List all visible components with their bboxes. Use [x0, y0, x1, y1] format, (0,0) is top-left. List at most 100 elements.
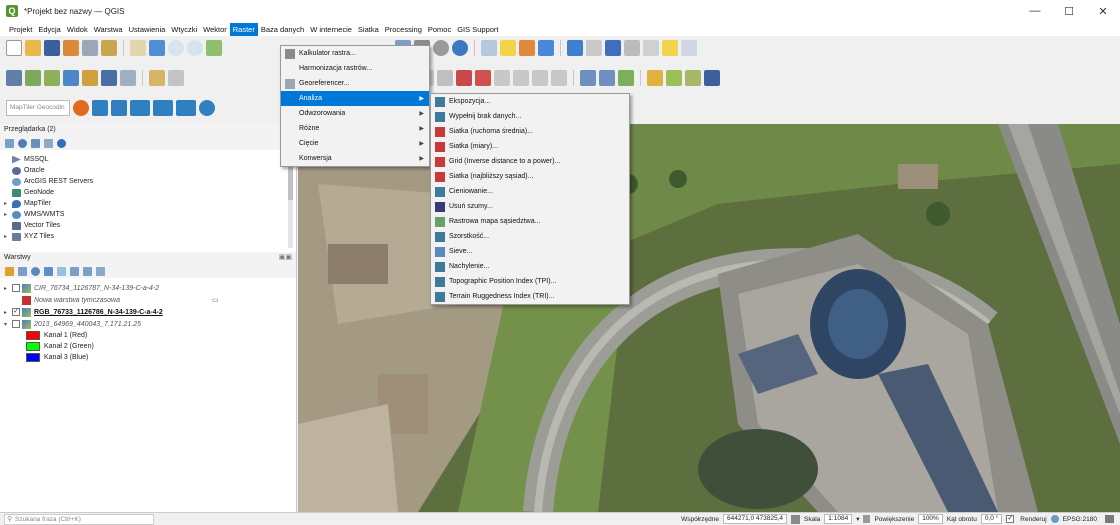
filter-expression-icon[interactable] — [57, 266, 66, 276]
annotation-icon[interactable] — [662, 39, 678, 56]
style-layer-icon[interactable] — [5, 266, 14, 276]
label-pin-icon[interactable] — [437, 69, 453, 86]
menu-projekt[interactable]: Projekt — [6, 23, 35, 36]
menu-item-raster-calculator[interactable]: Kalkulator rastra... — [281, 46, 429, 61]
browser-item-vector-tiles[interactable]: Vector Tiles — [4, 220, 296, 231]
menu-siatka[interactable]: Siatka — [355, 23, 382, 36]
menu-item-sieve[interactable]: Sieve... — [431, 244, 629, 259]
add-wms-layer-icon[interactable] — [101, 69, 117, 86]
zoom-full-icon[interactable] — [206, 39, 222, 56]
add-virtual-layer-icon[interactable] — [120, 69, 136, 86]
plugin-globe-blue-icon[interactable] — [199, 99, 215, 116]
zoom-out-icon[interactable] — [187, 39, 203, 56]
open-attribute-table-icon[interactable] — [567, 39, 583, 56]
add-raster-layer-icon[interactable] — [44, 69, 60, 86]
menu-item-ciecie[interactable]: Cięcie ▶ — [281, 136, 429, 151]
browser-item-maptiler[interactable]: ▸ MapTiler — [4, 198, 296, 209]
toolbox-icon[interactable] — [586, 39, 602, 56]
zoom-native-icon[interactable] — [599, 69, 615, 86]
menu-item-analiza[interactable]: Analiza ▶ — [281, 91, 429, 106]
expand-all-icon[interactable] — [70, 266, 79, 276]
label-change-icon[interactable] — [532, 69, 548, 86]
coordinate-field[interactable]: 644271,0 473825,4 — [723, 514, 788, 524]
measure-icon[interactable] — [643, 39, 659, 56]
menu-item-proximity[interactable]: Rastrowa mapa sąsiedztwa... — [431, 214, 629, 229]
browser-item-xyz[interactable]: ▸ XYZ Tiles — [4, 231, 296, 242]
menu-item-grid-moving-average[interactable]: Siatka (ruchoma średnia)... — [431, 124, 629, 139]
edit-pencil-icon[interactable] — [149, 69, 165, 86]
menu-item-rozne[interactable]: Różne ▶ — [281, 121, 429, 136]
menu-item-aspect[interactable]: Ekspozycja... — [431, 94, 629, 109]
menu-widok[interactable]: Widok — [64, 23, 91, 36]
label-highlight-icon[interactable] — [456, 69, 472, 86]
collapse-all-layers-icon[interactable] — [83, 266, 92, 276]
plugin-target-icon[interactable] — [111, 99, 127, 116]
browser-item-oracle[interactable]: Oracle — [4, 165, 296, 176]
add-vector-layer-icon[interactable] — [25, 69, 41, 86]
pan-to-selection-icon[interactable] — [149, 39, 165, 56]
select-features-icon[interactable] — [500, 39, 516, 56]
layer-row[interactable]: Nowa warstwa tymczasowa ▭ — [4, 294, 296, 306]
label-show-icon[interactable] — [475, 69, 491, 86]
menu-item-raster-harmonization[interactable]: Harmonizacja rastrów... — [281, 61, 429, 76]
plugin-map-icon[interactable] — [685, 69, 701, 86]
rotation-spinbox[interactable]: 0,0 ° — [980, 514, 1003, 524]
menu-item-tri[interactable]: Terrain Ruggedness Index (TRI)... — [431, 289, 629, 304]
add-group-icon[interactable] — [18, 266, 27, 276]
zoom-in-icon[interactable] — [168, 39, 184, 56]
menu-item-hillshade[interactable]: Cieniowanie... — [431, 184, 629, 199]
menu-gis-support[interactable]: GIS Support — [454, 23, 501, 36]
scale-combobox[interactable]: 1:1084 — [824, 514, 853, 524]
minimize-button[interactable]: — — [1018, 0, 1052, 22]
maptiler-geocoder-input[interactable]: MapTiler Geocodin — [6, 99, 70, 116]
digitize-icon[interactable] — [168, 69, 184, 86]
menu-warstwa[interactable]: Warstwa — [91, 23, 126, 36]
label-move-icon[interactable] — [494, 69, 510, 86]
menu-w-internecie[interactable]: W internecie — [307, 23, 355, 36]
remove-layer-icon[interactable] — [96, 266, 105, 276]
layer-row[interactable]: ▾ 2013_64969_440043_7.171.21.25 — [4, 318, 296, 330]
help-icon[interactable] — [704, 69, 720, 86]
deselect-icon[interactable] — [519, 39, 535, 56]
menu-item-slope[interactable]: Nachylenie... — [431, 259, 629, 274]
properties-icon[interactable] — [57, 138, 66, 148]
temporary-layer-indicator-icon[interactable]: ▭ — [212, 296, 219, 304]
render-checkbox[interactable]: ✓ — [1006, 515, 1015, 523]
maximize-button[interactable]: ☐ — [1052, 0, 1086, 22]
statistics-icon[interactable] — [605, 39, 621, 56]
label-rotate-icon[interactable] — [513, 69, 529, 86]
zoom-to-layer-icon[interactable] — [580, 69, 596, 86]
layer-visibility-checkbox[interactable] — [12, 284, 20, 292]
crs-globe-icon[interactable] — [1050, 515, 1059, 523]
menu-item-fill-nodata[interactable]: Wypełnij brak danych... — [431, 109, 629, 124]
add-delimited-text-icon[interactable] — [82, 69, 98, 86]
save-project-icon[interactable] — [44, 39, 60, 56]
plugin-location-icon[interactable] — [73, 99, 89, 116]
menu-item-konwersja[interactable]: Konwersja ▶ — [281, 151, 429, 166]
refresh-browser-icon[interactable] — [18, 138, 27, 148]
layer-visibility-checkbox[interactable]: ✓ — [12, 308, 20, 316]
search-locate-icon[interactable] — [681, 39, 697, 56]
layer-row[interactable]: ▸ CIR_76734_1126787_N-34-139-C-a-4-2 — [4, 282, 296, 294]
menu-baza-danych[interactable]: Baza danych — [258, 23, 307, 36]
menu-wtyczki[interactable]: Wtyczki — [168, 23, 200, 36]
browser-scrollbar[interactable] — [288, 154, 293, 248]
refresh-icon[interactable] — [452, 39, 468, 56]
menu-item-tpi[interactable]: Topographic Position Index (TPI)... — [431, 274, 629, 289]
menu-item-remove-noise[interactable]: Usuń szumy... — [431, 199, 629, 214]
plugin-pencil-icon[interactable] — [647, 69, 663, 86]
menu-processing[interactable]: Processing — [382, 23, 425, 36]
plugin-nmt-icon[interactable] — [130, 99, 150, 116]
plugin-orto-icon[interactable] — [153, 99, 173, 116]
menu-item-grid-metrics[interactable]: Siatka (miary)... — [431, 139, 629, 154]
browser-item-arcgis[interactable]: ArcGIS REST Servers — [4, 176, 296, 187]
dock-close-icon[interactable]: ▣▣ — [279, 252, 292, 264]
label-properties-icon[interactable] — [551, 69, 567, 86]
add-mesh-layer-icon[interactable] — [63, 69, 79, 86]
style-manager-icon[interactable] — [101, 39, 117, 56]
locator-search-input[interactable]: Szukana fraza (Ctrl+K) — [4, 513, 154, 525]
crs-button[interactable]: EPSG:2180 — [1063, 516, 1097, 523]
data-source-manager-icon[interactable] — [6, 69, 22, 86]
collapse-all-icon[interactable] — [44, 138, 53, 148]
filter-browser-icon[interactable] — [31, 138, 40, 148]
